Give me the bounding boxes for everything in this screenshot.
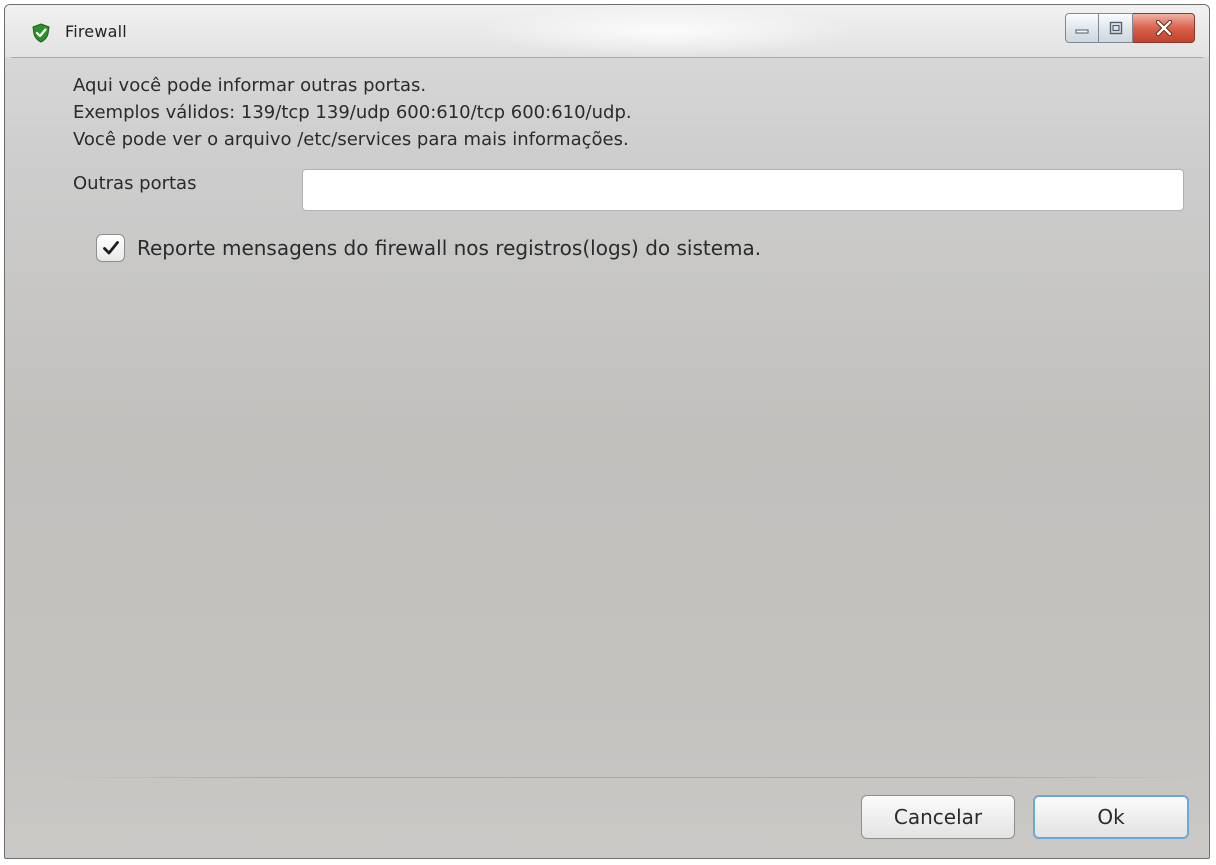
title-bar[interactable]: Firewall: [5, 5, 1209, 57]
log-messages-checkbox[interactable]: [96, 234, 125, 262]
other-ports-label: Outras portas: [73, 173, 197, 194]
description-line-1: Aqui você pode informar outras portas.: [73, 75, 427, 96]
title-bar-highlight: [475, 5, 855, 57]
ok-button[interactable]: Ok: [1033, 795, 1189, 839]
cancel-button[interactable]: Cancelar: [861, 795, 1015, 839]
maximize-icon: [1109, 21, 1122, 35]
description-line-2: Exemplos válidos: 139/tcp 139/udp 600:61…: [73, 102, 632, 123]
shield-icon: [32, 23, 50, 43]
checkmark-icon: [102, 241, 119, 255]
description-line-3: Você pode ver o arquivo /etc/services pa…: [73, 129, 629, 150]
minimize-icon: [1075, 29, 1089, 34]
maximize-button[interactable]: [1099, 13, 1133, 43]
close-button[interactable]: [1133, 13, 1195, 43]
minimize-button[interactable]: [1065, 13, 1099, 43]
log-messages-label[interactable]: Reporte mensagens do firewall nos regist…: [137, 236, 761, 260]
window-title: Firewall: [65, 22, 127, 41]
firewall-window: Firewall Aqui você pode informar outras …: [4, 4, 1210, 859]
close-icon: [1155, 19, 1172, 37]
button-separator: [57, 777, 1197, 778]
other-ports-input[interactable]: [302, 169, 1184, 211]
window-controls: [1065, 13, 1195, 43]
